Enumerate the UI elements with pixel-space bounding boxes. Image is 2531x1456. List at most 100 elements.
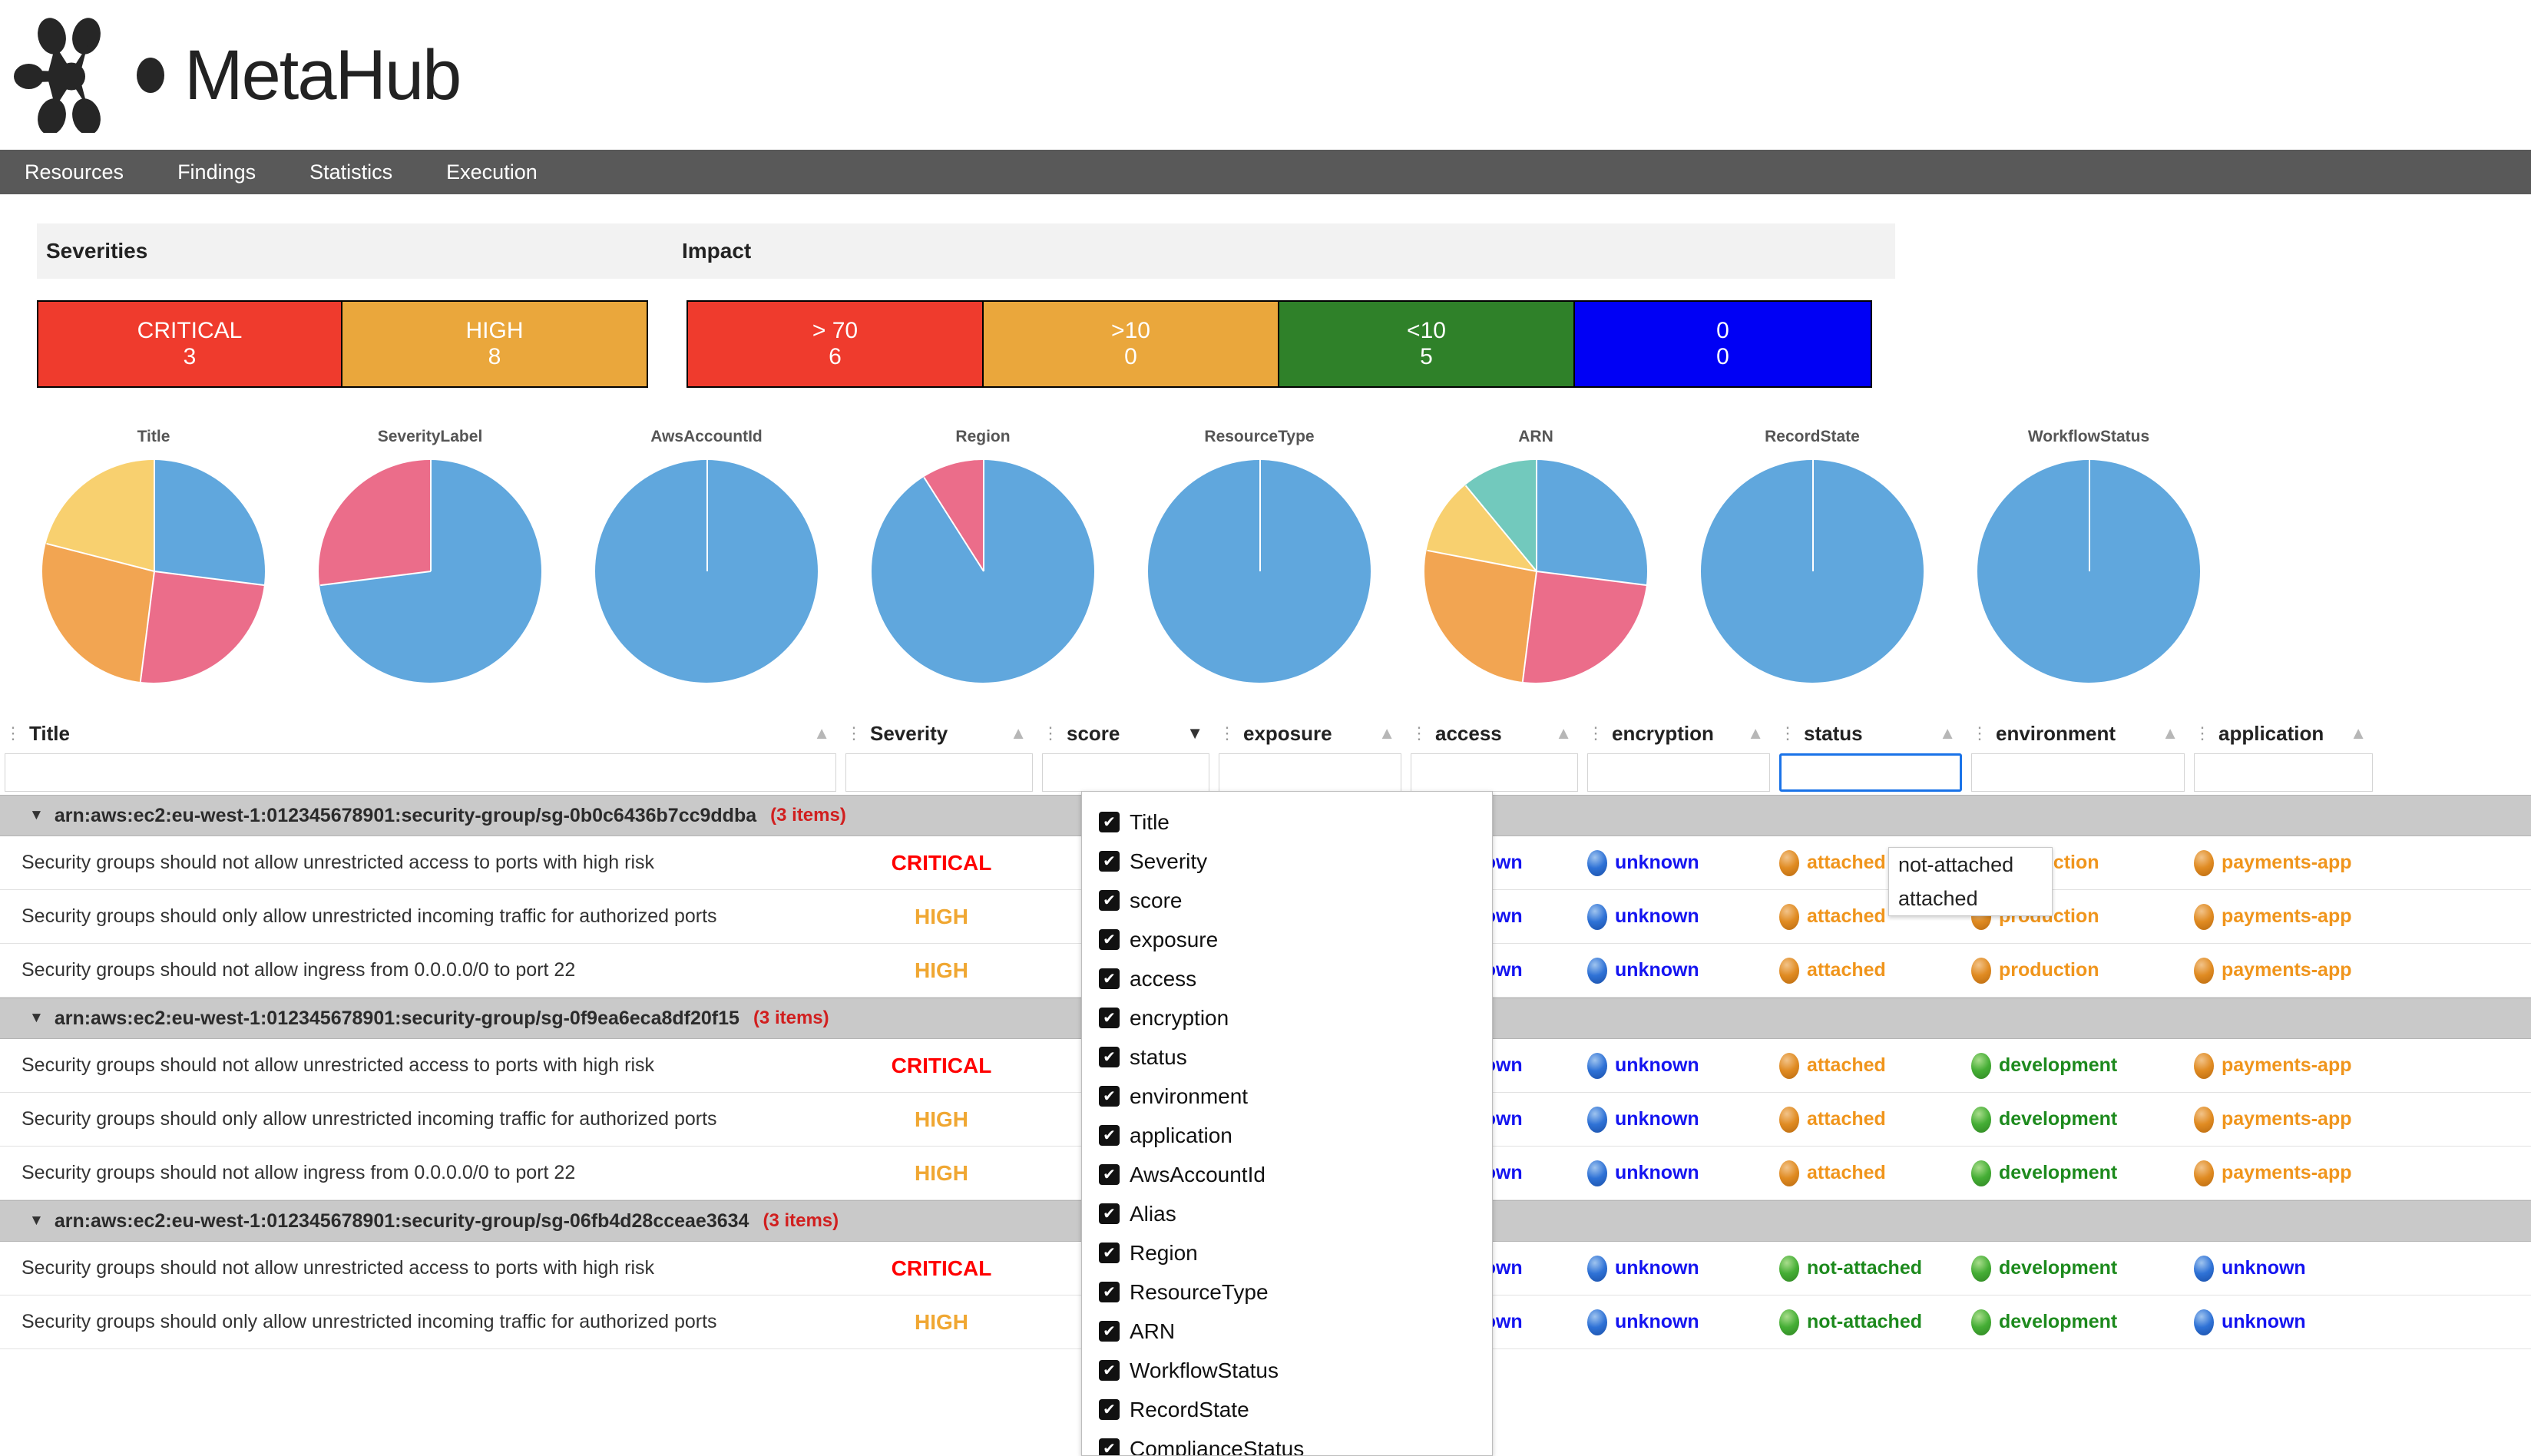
drag-grip-icon[interactable]: ⋮ xyxy=(2194,725,2211,742)
column-toggle-encryption[interactable]: encryption xyxy=(1099,998,1492,1037)
column-chooser-menu[interactable]: TitleSeverityscoreexposureaccessencrypti… xyxy=(1081,791,1493,1456)
drag-grip-icon[interactable]: ⋮ xyxy=(1971,725,1988,742)
checkbox-checked-icon[interactable] xyxy=(1099,1164,1120,1185)
severity-tile-high[interactable]: HIGH 8 xyxy=(342,302,647,386)
pie-slices[interactable] xyxy=(1148,460,1371,683)
drag-grip-icon[interactable]: ⋮ xyxy=(1411,725,1428,742)
column-filter-access[interactable] xyxy=(1411,753,1578,792)
checkbox-checked-icon[interactable] xyxy=(1099,1282,1120,1302)
drag-grip-icon[interactable]: ⋮ xyxy=(1779,725,1796,742)
column-header-encryption[interactable]: ⋮encryption▲ xyxy=(1583,712,1775,795)
column-header-environment[interactable]: ⋮environment▲ xyxy=(1967,712,2189,795)
column-header-access[interactable]: ⋮access▲ xyxy=(1406,712,1583,795)
column-filter-encryption[interactable] xyxy=(1587,753,1770,792)
impact-tile-over-70[interactable]: > 70 6 xyxy=(688,302,984,386)
column-toggle-arn[interactable]: ARN xyxy=(1099,1312,1492,1351)
checkbox-checked-icon[interactable] xyxy=(1099,890,1120,911)
column-toggle-awsaccountid[interactable]: AwsAccountId xyxy=(1099,1155,1492,1194)
column-header-status[interactable]: ⋮status▲ xyxy=(1775,712,1967,795)
column-toggle-alias[interactable]: Alias xyxy=(1099,1194,1492,1233)
status-option-attached[interactable]: attached xyxy=(1889,882,2052,915)
sort-ascending-icon[interactable]: ▲ xyxy=(2350,723,2373,743)
column-header-top[interactable]: ⋮application▲ xyxy=(2194,720,2373,747)
checkbox-checked-icon[interactable] xyxy=(1099,929,1120,950)
caret-down-icon[interactable]: ▼ xyxy=(29,1010,44,1027)
column-filter-status[interactable] xyxy=(1779,753,1962,792)
nav-item-resources[interactable]: Resources xyxy=(0,150,151,194)
column-header-severity[interactable]: ⋮Severity▲ xyxy=(841,712,1037,795)
severity-tile-critical[interactable]: CRITICAL 3 xyxy=(38,302,342,386)
pie-slices[interactable] xyxy=(1424,460,1647,683)
sort-ascending-icon[interactable]: ▲ xyxy=(1555,723,1578,743)
status-option-not-attached[interactable]: not-attached xyxy=(1889,848,2052,882)
impact-tile-over-10[interactable]: >10 0 xyxy=(984,302,1279,386)
caret-down-icon[interactable]: ▼ xyxy=(29,1213,44,1229)
checkbox-checked-icon[interactable] xyxy=(1099,851,1120,872)
drag-grip-icon[interactable]: ⋮ xyxy=(5,725,22,742)
column-header-top[interactable]: ⋮status▲ xyxy=(1779,720,1962,747)
checkbox-checked-icon[interactable] xyxy=(1099,1047,1120,1067)
checkbox-checked-icon[interactable] xyxy=(1099,1438,1120,1456)
column-filter-exposure[interactable] xyxy=(1219,753,1401,792)
column-toggle-environment[interactable]: environment xyxy=(1099,1077,1492,1116)
column-header-top[interactable]: ⋮access▲ xyxy=(1411,720,1578,747)
sort-descending-icon[interactable]: ▼ xyxy=(1186,723,1209,743)
checkbox-checked-icon[interactable] xyxy=(1099,1125,1120,1146)
nav-item-findings[interactable]: Findings xyxy=(151,150,283,194)
column-filter-severity[interactable] xyxy=(845,753,1033,792)
sort-ascending-icon[interactable]: ▲ xyxy=(1939,723,1962,743)
checkbox-checked-icon[interactable] xyxy=(1099,1203,1120,1224)
column-header-score[interactable]: ⋮score▼ xyxy=(1037,712,1214,795)
sort-ascending-icon[interactable]: ▲ xyxy=(2162,723,2185,743)
checkbox-checked-icon[interactable] xyxy=(1099,1399,1120,1420)
column-header-application[interactable]: ⋮application▲ xyxy=(2189,712,2377,795)
column-filter-score[interactable] xyxy=(1042,753,1209,792)
column-toggle-exposure[interactable]: exposure xyxy=(1099,920,1492,959)
nav-item-statistics[interactable]: Statistics xyxy=(283,150,419,194)
checkbox-checked-icon[interactable] xyxy=(1099,1008,1120,1028)
column-header-top[interactable]: ⋮Title▲ xyxy=(5,720,836,747)
column-header-top[interactable]: ⋮Severity▲ xyxy=(845,720,1033,747)
column-header-title[interactable]: ⋮Title▲ xyxy=(0,712,841,795)
column-filter-environment[interactable] xyxy=(1971,753,2185,792)
checkbox-checked-icon[interactable] xyxy=(1099,1086,1120,1107)
column-toggle-score[interactable]: score xyxy=(1099,881,1492,920)
checkbox-checked-icon[interactable] xyxy=(1099,1243,1120,1263)
column-toggle-status[interactable]: status xyxy=(1099,1037,1492,1077)
checkbox-checked-icon[interactable] xyxy=(1099,1360,1120,1381)
impact-tile-zero[interactable]: 0 0 xyxy=(1575,302,1871,386)
column-filter-title[interactable] xyxy=(5,753,836,792)
column-toggle-application[interactable]: application xyxy=(1099,1116,1492,1155)
drag-grip-icon[interactable]: ⋮ xyxy=(1042,725,1059,742)
pie-slices[interactable] xyxy=(1701,460,1924,683)
column-header-top[interactable]: ⋮encryption▲ xyxy=(1587,720,1770,747)
column-toggle-workflowstatus[interactable]: WorkflowStatus xyxy=(1099,1351,1492,1390)
sort-ascending-icon[interactable]: ▲ xyxy=(1010,723,1033,743)
pie-slices[interactable] xyxy=(1977,460,2200,683)
column-filter-application[interactable] xyxy=(2194,753,2373,792)
drag-grip-icon[interactable]: ⋮ xyxy=(845,725,862,742)
pie-slices[interactable] xyxy=(42,460,265,683)
column-toggle-compliancestatus[interactable]: ComplianceStatus xyxy=(1099,1429,1492,1456)
column-toggle-resourcetype[interactable]: ResourceType xyxy=(1099,1272,1492,1312)
checkbox-checked-icon[interactable] xyxy=(1099,1321,1120,1342)
checkbox-checked-icon[interactable] xyxy=(1099,968,1120,989)
column-header-top[interactable]: ⋮score▼ xyxy=(1042,720,1209,747)
column-header-top[interactable]: ⋮exposure▲ xyxy=(1219,720,1401,747)
pie-slices[interactable] xyxy=(595,460,818,683)
column-header-exposure[interactable]: ⋮exposure▲ xyxy=(1214,712,1406,795)
sort-ascending-icon[interactable]: ▲ xyxy=(813,723,836,743)
column-toggle-recordstate[interactable]: RecordState xyxy=(1099,1390,1492,1429)
impact-tile-under-10[interactable]: <10 5 xyxy=(1279,302,1575,386)
nav-item-execution[interactable]: Execution xyxy=(419,150,564,194)
caret-down-icon[interactable]: ▼ xyxy=(29,807,44,824)
column-toggle-severity[interactable]: Severity xyxy=(1099,842,1492,881)
drag-grip-icon[interactable]: ⋮ xyxy=(1587,725,1604,742)
column-toggle-region[interactable]: Region xyxy=(1099,1233,1492,1272)
pie-slices[interactable] xyxy=(319,460,541,683)
column-toggle-title[interactable]: Title xyxy=(1099,802,1492,842)
drag-grip-icon[interactable]: ⋮ xyxy=(1219,725,1236,742)
status-filter-dropdown[interactable]: not-attached attached xyxy=(1888,847,2053,916)
column-toggle-access[interactable]: access xyxy=(1099,959,1492,998)
sort-ascending-icon[interactable]: ▲ xyxy=(1378,723,1401,743)
